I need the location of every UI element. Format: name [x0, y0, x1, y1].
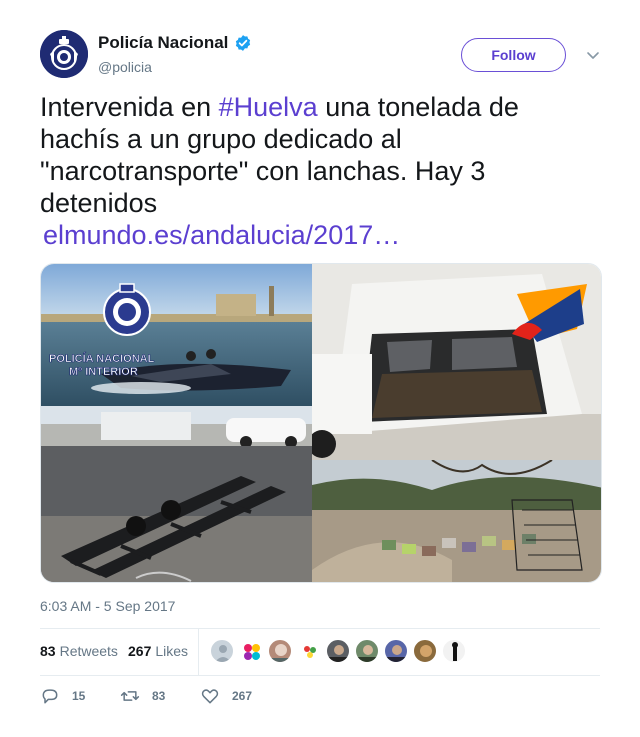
liker-avatars — [210, 639, 471, 665]
engagement-stats: 83 Retweets 267 Likes — [40, 629, 600, 675]
avatar[interactable] — [442, 639, 466, 663]
retweets-count: 83 — [40, 643, 56, 659]
likes-stat[interactable]: 267 Likes — [128, 643, 188, 659]
police-badge-icon — [40, 30, 88, 78]
handle[interactable]: @policia — [98, 59, 152, 75]
likes-count: 267 — [128, 643, 152, 659]
display-name[interactable]: Policía Nacional — [98, 33, 228, 53]
avatar[interactable] — [297, 639, 321, 663]
follow-button[interactable]: Follow — [461, 38, 566, 72]
avatar[interactable] — [326, 639, 350, 663]
avatar[interactable] — [210, 639, 234, 663]
media-photo-trailer[interactable] — [41, 406, 312, 582]
tweet-text: Intervenida en #Huelva una tonelada de h… — [40, 91, 600, 251]
tweet-header: Policía Nacional @policia Follow — [40, 30, 600, 80]
tweet-text-part: Intervenida en — [40, 92, 219, 122]
divider — [40, 675, 600, 676]
reply-button[interactable]: 15 — [40, 686, 85, 706]
avatar[interactable] — [40, 30, 88, 78]
media-photo-field[interactable] — [312, 460, 601, 582]
media-photo-car[interactable] — [312, 264, 601, 460]
reply-count: 15 — [72, 689, 86, 703]
chevron-down-icon[interactable] — [585, 47, 601, 63]
reply-icon — [42, 689, 58, 704]
likes-label: Likes — [155, 643, 189, 659]
like-count: 267 — [232, 689, 253, 703]
retweets-label: Retweets — [59, 643, 118, 659]
like-button[interactable]: 267 — [200, 686, 252, 706]
media-caption-line1: POLICÍA NACIONAL — [49, 352, 155, 365]
name-row: Policía Nacional — [98, 33, 252, 53]
stats-divider — [198, 629, 199, 675]
media-grid[interactable]: POLICÍA NACIONAL Mº INTERIOR — [40, 263, 602, 583]
retweets-stat[interactable]: 83 Retweets — [40, 643, 118, 659]
avatar[interactable] — [355, 639, 379, 663]
retweet-icon — [120, 691, 140, 701]
avatar[interactable] — [239, 639, 263, 663]
url-link[interactable]: elmundo.es/andalucia/2017… — [43, 220, 400, 250]
avatar[interactable] — [268, 639, 292, 663]
avatar[interactable] — [384, 639, 408, 663]
tweet-timestamp[interactable]: 6:03 AM - 5 Sep 2017 — [40, 598, 175, 614]
media-photo-boat[interactable]: POLICÍA NACIONAL Mº INTERIOR — [41, 264, 312, 406]
verified-badge-icon — [234, 34, 252, 52]
hashtag-link[interactable]: #Huelva — [219, 92, 318, 122]
media-caption-line2: Mº INTERIOR — [69, 366, 138, 378]
retweet-count: 83 — [152, 689, 166, 703]
avatar[interactable] — [413, 639, 437, 663]
tweet-actions: 15 83 267 — [40, 686, 600, 708]
heart-icon — [201, 689, 219, 704]
retweet-button[interactable]: 83 — [120, 686, 165, 706]
